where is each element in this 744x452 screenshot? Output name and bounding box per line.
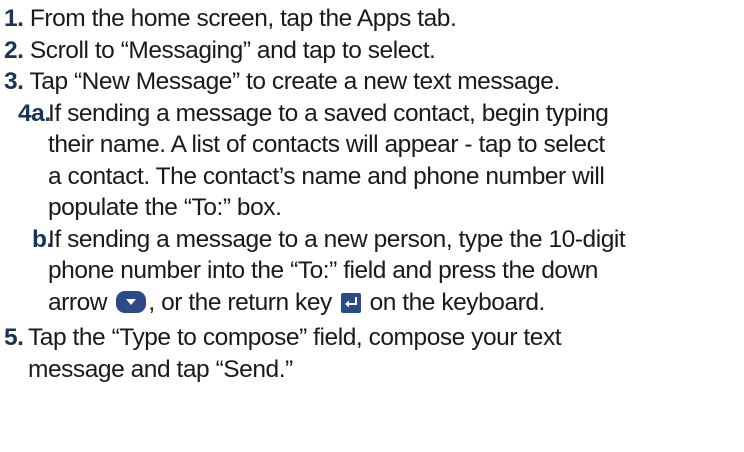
step-4b: b. If sending a message to a new person,… (4, 224, 740, 323)
step-text: From the home screen, tap the Apps tab. (29, 5, 457, 32)
step-text-line: arrow , or the return key on the keyboar… (48, 287, 740, 323)
step-text-line: their name. A list of contacts will appe… (48, 131, 605, 158)
step-number: 1. (4, 5, 24, 32)
step-4a: 4a. If sending a message to a saved cont… (4, 98, 740, 224)
down-arrow-key-icon (115, 290, 147, 323)
step-text-fragment: , or the return key (148, 288, 332, 316)
step-text-line: phone number into the “To:” field and pr… (48, 257, 598, 284)
step-text-line: Tap the “Type to compose” field, compose… (28, 324, 562, 351)
return-key-icon (340, 291, 362, 323)
step-3: 3. Tap “New Message” to create a new tex… (4, 66, 740, 98)
step-1: 1. From the home screen, tap the Apps ta… (4, 3, 740, 35)
step-text-line: If sending a message to a saved contact,… (48, 99, 609, 127)
step-2: 2. Scroll to “Messaging” and tap to sele… (4, 35, 740, 67)
step-number: 4a. (18, 99, 51, 127)
step-text-line: If sending a message to a new person, ty… (48, 225, 626, 253)
step-number: b. (32, 225, 53, 253)
instruction-steps: 1. From the home screen, tap the Apps ta… (4, 3, 740, 385)
step-5: 5. Tap the “Type to compose” field, comp… (4, 322, 740, 385)
step-number: 5. (4, 324, 24, 351)
step-number: 2. (4, 36, 24, 64)
step-text-fragment: on the keyboard. (369, 288, 546, 316)
step-text: Scroll to “Messaging” and tap to select. (29, 36, 436, 64)
step-text-fragment: arrow (48, 288, 108, 316)
step-text: Tap “New Message” to create a new text m… (29, 68, 560, 95)
step-text-line: populate the “To:” box. (48, 194, 282, 221)
step-text-line: message and tap “Send.” (28, 355, 293, 383)
step-text-line: a contact. The contact’s name and phone … (48, 162, 605, 190)
step-number: 3. (4, 68, 24, 95)
